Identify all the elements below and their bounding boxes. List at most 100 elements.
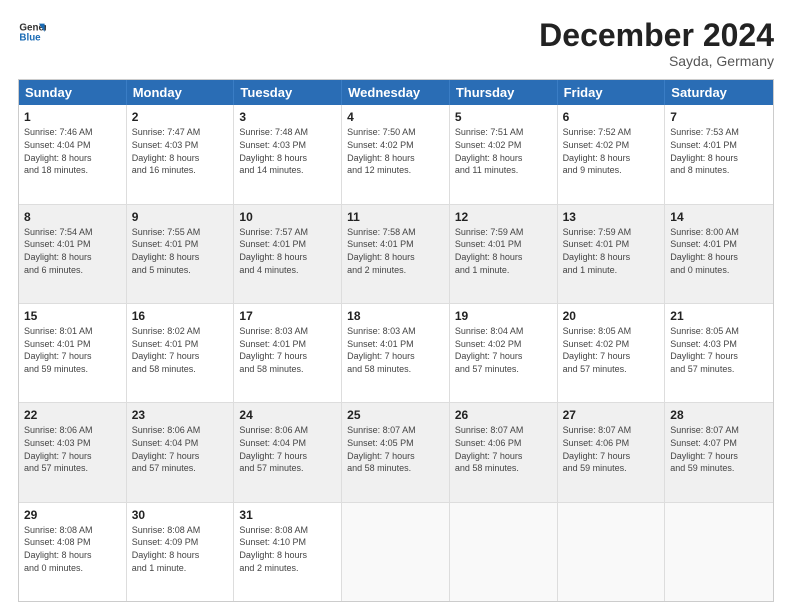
day-number: 23 (132, 407, 229, 423)
day-number: 26 (455, 407, 552, 423)
cell-info: Sunrise: 8:06 AM Sunset: 4:04 PM Dayligh… (132, 424, 229, 474)
cell-info: Sunrise: 8:04 AM Sunset: 4:02 PM Dayligh… (455, 325, 552, 375)
calendar-cell-30: 30Sunrise: 8:08 AM Sunset: 4:09 PM Dayli… (127, 503, 235, 601)
day-number: 15 (24, 308, 121, 324)
calendar-body: 1Sunrise: 7:46 AM Sunset: 4:04 PM Daylig… (19, 105, 773, 601)
day-number: 19 (455, 308, 552, 324)
day-number: 14 (670, 209, 768, 225)
day-number: 20 (563, 308, 660, 324)
calendar-cell-27: 27Sunrise: 8:07 AM Sunset: 4:06 PM Dayli… (558, 403, 666, 501)
day-number: 24 (239, 407, 336, 423)
calendar-cell-21: 21Sunrise: 8:05 AM Sunset: 4:03 PM Dayli… (665, 304, 773, 402)
calendar-cell-8: 8Sunrise: 7:54 AM Sunset: 4:01 PM Daylig… (19, 205, 127, 303)
day-number: 2 (132, 109, 229, 125)
day-number: 5 (455, 109, 552, 125)
cell-info: Sunrise: 8:07 AM Sunset: 4:06 PM Dayligh… (455, 424, 552, 474)
calendar-cell-5: 5Sunrise: 7:51 AM Sunset: 4:02 PM Daylig… (450, 105, 558, 203)
day-number: 8 (24, 209, 121, 225)
calendar-cell-2: 2Sunrise: 7:47 AM Sunset: 4:03 PM Daylig… (127, 105, 235, 203)
day-number: 9 (132, 209, 229, 225)
calendar: SundayMondayTuesdayWednesdayThursdayFrid… (18, 79, 774, 602)
calendar-cell-9: 9Sunrise: 7:55 AM Sunset: 4:01 PM Daylig… (127, 205, 235, 303)
calendar-row-4: 29Sunrise: 8:08 AM Sunset: 4:08 PM Dayli… (19, 502, 773, 601)
cell-info: Sunrise: 8:05 AM Sunset: 4:03 PM Dayligh… (670, 325, 768, 375)
calendar-row-0: 1Sunrise: 7:46 AM Sunset: 4:04 PM Daylig… (19, 105, 773, 203)
header-day-friday: Friday (558, 80, 666, 105)
calendar-cell-13: 13Sunrise: 7:59 AM Sunset: 4:01 PM Dayli… (558, 205, 666, 303)
calendar-cell-25: 25Sunrise: 8:07 AM Sunset: 4:05 PM Dayli… (342, 403, 450, 501)
calendar-cell-empty (558, 503, 666, 601)
calendar-cell-15: 15Sunrise: 8:01 AM Sunset: 4:01 PM Dayli… (19, 304, 127, 402)
cell-info: Sunrise: 8:03 AM Sunset: 4:01 PM Dayligh… (239, 325, 336, 375)
calendar-cell-7: 7Sunrise: 7:53 AM Sunset: 4:01 PM Daylig… (665, 105, 773, 203)
cell-info: Sunrise: 8:03 AM Sunset: 4:01 PM Dayligh… (347, 325, 444, 375)
header-day-thursday: Thursday (450, 80, 558, 105)
day-number: 13 (563, 209, 660, 225)
day-number: 1 (24, 109, 121, 125)
cell-info: Sunrise: 7:52 AM Sunset: 4:02 PM Dayligh… (563, 126, 660, 176)
calendar-cell-6: 6Sunrise: 7:52 AM Sunset: 4:02 PM Daylig… (558, 105, 666, 203)
calendar-cell-12: 12Sunrise: 7:59 AM Sunset: 4:01 PM Dayli… (450, 205, 558, 303)
day-number: 16 (132, 308, 229, 324)
cell-info: Sunrise: 7:59 AM Sunset: 4:01 PM Dayligh… (455, 226, 552, 276)
calendar-cell-4: 4Sunrise: 7:50 AM Sunset: 4:02 PM Daylig… (342, 105, 450, 203)
day-number: 11 (347, 209, 444, 225)
svg-text:Blue: Blue (19, 32, 41, 43)
calendar-cell-29: 29Sunrise: 8:08 AM Sunset: 4:08 PM Dayli… (19, 503, 127, 601)
calendar-cell-empty (450, 503, 558, 601)
cell-info: Sunrise: 8:08 AM Sunset: 4:10 PM Dayligh… (239, 524, 336, 574)
calendar-cell-18: 18Sunrise: 8:03 AM Sunset: 4:01 PM Dayli… (342, 304, 450, 402)
day-number: 17 (239, 308, 336, 324)
calendar-cell-11: 11Sunrise: 7:58 AM Sunset: 4:01 PM Dayli… (342, 205, 450, 303)
cell-info: Sunrise: 7:57 AM Sunset: 4:01 PM Dayligh… (239, 226, 336, 276)
day-number: 28 (670, 407, 768, 423)
cell-info: Sunrise: 8:08 AM Sunset: 4:08 PM Dayligh… (24, 524, 121, 574)
title-block: December 2024 Sayda, Germany (539, 18, 774, 69)
calendar-row-3: 22Sunrise: 8:06 AM Sunset: 4:03 PM Dayli… (19, 402, 773, 501)
cell-info: Sunrise: 7:50 AM Sunset: 4:02 PM Dayligh… (347, 126, 444, 176)
day-number: 6 (563, 109, 660, 125)
cell-info: Sunrise: 8:00 AM Sunset: 4:01 PM Dayligh… (670, 226, 768, 276)
header: General Blue December 2024 Sayda, German… (18, 18, 774, 69)
calendar-row-1: 8Sunrise: 7:54 AM Sunset: 4:01 PM Daylig… (19, 204, 773, 303)
day-number: 10 (239, 209, 336, 225)
calendar-cell-1: 1Sunrise: 7:46 AM Sunset: 4:04 PM Daylig… (19, 105, 127, 203)
day-number: 29 (24, 507, 121, 523)
subtitle: Sayda, Germany (539, 53, 774, 69)
calendar-cell-16: 16Sunrise: 8:02 AM Sunset: 4:01 PM Dayli… (127, 304, 235, 402)
header-day-sunday: Sunday (19, 80, 127, 105)
day-number: 31 (239, 507, 336, 523)
day-number: 3 (239, 109, 336, 125)
day-number: 22 (24, 407, 121, 423)
cell-info: Sunrise: 8:07 AM Sunset: 4:05 PM Dayligh… (347, 424, 444, 474)
calendar-cell-26: 26Sunrise: 8:07 AM Sunset: 4:06 PM Dayli… (450, 403, 558, 501)
cell-info: Sunrise: 7:47 AM Sunset: 4:03 PM Dayligh… (132, 126, 229, 176)
cell-info: Sunrise: 8:07 AM Sunset: 4:07 PM Dayligh… (670, 424, 768, 474)
header-day-wednesday: Wednesday (342, 80, 450, 105)
day-number: 4 (347, 109, 444, 125)
page: General Blue December 2024 Sayda, German… (0, 0, 792, 612)
calendar-cell-20: 20Sunrise: 8:05 AM Sunset: 4:02 PM Dayli… (558, 304, 666, 402)
calendar-header: SundayMondayTuesdayWednesdayThursdayFrid… (19, 80, 773, 105)
day-number: 12 (455, 209, 552, 225)
cell-info: Sunrise: 8:07 AM Sunset: 4:06 PM Dayligh… (563, 424, 660, 474)
cell-info: Sunrise: 7:53 AM Sunset: 4:01 PM Dayligh… (670, 126, 768, 176)
month-title: December 2024 (539, 18, 774, 53)
cell-info: Sunrise: 7:48 AM Sunset: 4:03 PM Dayligh… (239, 126, 336, 176)
cell-info: Sunrise: 7:46 AM Sunset: 4:04 PM Dayligh… (24, 126, 121, 176)
calendar-cell-28: 28Sunrise: 8:07 AM Sunset: 4:07 PM Dayli… (665, 403, 773, 501)
cell-info: Sunrise: 8:06 AM Sunset: 4:04 PM Dayligh… (239, 424, 336, 474)
day-number: 21 (670, 308, 768, 324)
header-day-monday: Monday (127, 80, 235, 105)
header-day-saturday: Saturday (665, 80, 773, 105)
logo-icon: General Blue (18, 18, 46, 46)
calendar-cell-empty (342, 503, 450, 601)
cell-info: Sunrise: 8:02 AM Sunset: 4:01 PM Dayligh… (132, 325, 229, 375)
cell-info: Sunrise: 7:58 AM Sunset: 4:01 PM Dayligh… (347, 226, 444, 276)
day-number: 7 (670, 109, 768, 125)
calendar-cell-17: 17Sunrise: 8:03 AM Sunset: 4:01 PM Dayli… (234, 304, 342, 402)
calendar-cell-31: 31Sunrise: 8:08 AM Sunset: 4:10 PM Dayli… (234, 503, 342, 601)
cell-info: Sunrise: 7:54 AM Sunset: 4:01 PM Dayligh… (24, 226, 121, 276)
cell-info: Sunrise: 8:01 AM Sunset: 4:01 PM Dayligh… (24, 325, 121, 375)
cell-info: Sunrise: 7:55 AM Sunset: 4:01 PM Dayligh… (132, 226, 229, 276)
